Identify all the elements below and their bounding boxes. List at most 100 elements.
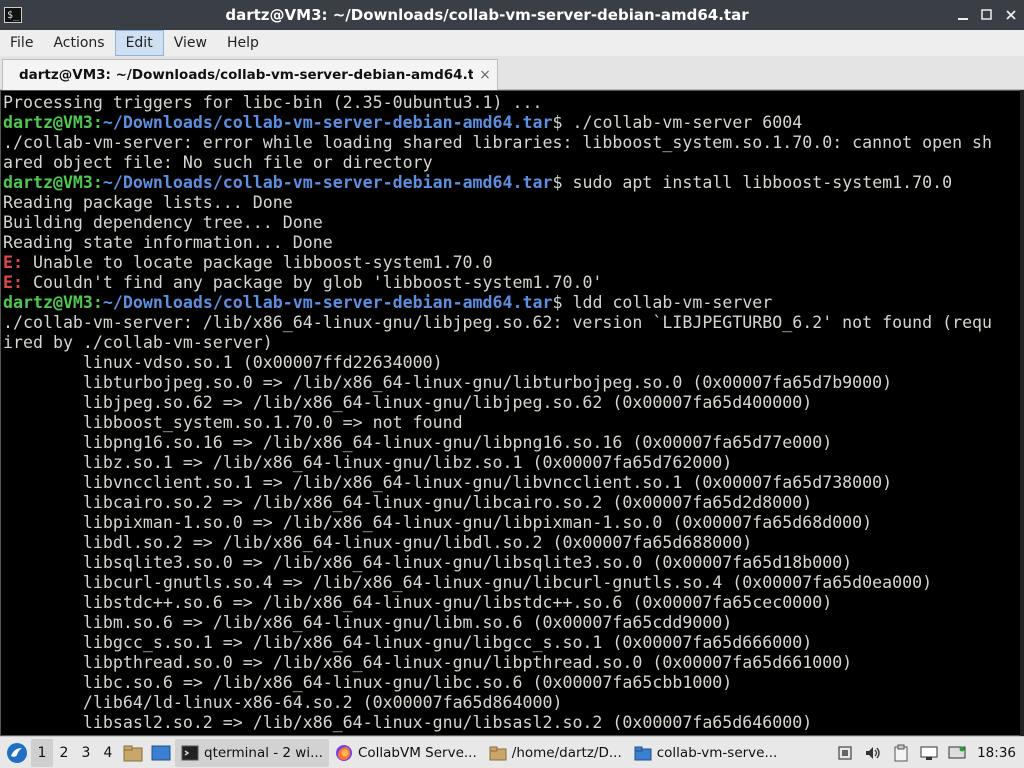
menu-help[interactable]: Help [217, 30, 269, 56]
terminal-line: libpixman-1.so.0 => /lib/x86_64-linux-gn… [3, 513, 873, 532]
clipboard-icon [894, 744, 908, 761]
terminal-line: ./collab-vm-server: /lib/x86_64-linux-gn… [3, 313, 993, 332]
terminal-prompt-line: dartz@VM3:~/Downloads/collab-vm-server-d… [3, 113, 992, 133]
task-file-manager-collab[interactable]: collab-vm-serve... [628, 739, 784, 767]
folder-icon [489, 746, 507, 760]
terminal-output: Processing triggers for libc-bin (2.35-0… [3, 93, 992, 733]
terminal-line: libsasl2.so.2 => /lib/x86_64-linux-gnu/l… [3, 713, 813, 732]
prompt-path: ~/Downloads/collab-vm-server-debian-amd6… [102, 113, 553, 132]
start-menu-button[interactable] [3, 739, 31, 767]
terminal-view[interactable]: Processing triggers for libc-bin (2.35-0… [0, 90, 1024, 736]
terminal-error-line: E: Unable to locate package libboost-sys… [3, 253, 992, 273]
window-title: dartz@VM3: ~/Downloads/collab-vm-server-… [225, 6, 749, 24]
terminal-line: libm.so.6 => /lib/x86_64-linux-gnu/libm.… [3, 613, 733, 632]
folder-icon [123, 745, 143, 761]
maximize-button[interactable] [976, 4, 998, 26]
terminal-tab[interactable]: dartz@VM3: ~/Downloads/collab-vm-server-… [2, 59, 498, 90]
tray-clipboard-button[interactable] [889, 741, 913, 765]
terminal-line: Reading state information... Done [3, 233, 333, 252]
system-tray: 18:36 [831, 741, 1024, 765]
terminal-line: linux-vdso.so.1 (0x00007ffd22634000) [3, 353, 443, 372]
menu-file[interactable]: File [0, 30, 43, 56]
maximize-icon [981, 9, 992, 20]
task-label: /home/dartz/D... [511, 744, 622, 761]
terminal-line: Building dependency tree... Done [3, 213, 323, 232]
terminal-line: libcurl-gnutls.so.4 => /lib/x86_64-linux… [3, 573, 933, 592]
terminal-line: Reading package lists... Done [3, 193, 293, 212]
tray-screen-button[interactable] [945, 741, 969, 765]
task-file-manager-home[interactable]: /home/dartz/D... [483, 739, 628, 767]
tab-label: dartz@VM3: ~/Downloads/collab-vm-server-… [19, 67, 473, 83]
show-desktop-button[interactable] [149, 741, 173, 765]
minimize-button[interactable] [952, 4, 974, 26]
terminal-prompt-line: dartz@VM3:~/Downloads/collab-vm-server-d… [3, 293, 992, 313]
menu-bar: File Actions Edit View Help [0, 30, 1024, 56]
terminal-line: libpng16.so.16 => /lib/x86_64-linux-gnu/… [3, 433, 833, 452]
lubuntu-logo-icon [7, 742, 27, 763]
terminal-line: libboost_system.so.1.70.0 => not found [3, 413, 463, 432]
error-prefix: E: [3, 273, 23, 292]
terminal-scrollbar[interactable] [1020, 90, 1024, 736]
terminal-line: libturbojpeg.so.0 => /lib/x86_64-linux-g… [3, 373, 893, 392]
terminal-line: libc.so.6 => /lib/x86_64-linux-gnu/libc.… [3, 673, 733, 692]
close-button[interactable] [1000, 4, 1022, 26]
menu-edit[interactable]: Edit [114, 30, 164, 56]
workspace-4[interactable]: 4 [97, 739, 119, 767]
workspace-3[interactable]: 3 [75, 739, 97, 767]
terminal-line: libgcc_s.so.1 => /lib/x86_64-linux-gnu/l… [3, 633, 813, 652]
tray-volume-button[interactable] [861, 741, 885, 765]
tab-close-icon[interactable]: × [473, 67, 497, 83]
terminal-line: libvncclient.so.1 => /lib/x86_64-linux-g… [3, 473, 893, 492]
terminal-line: /lib64/ld-linux-x86-64.so.2 (0x00007fa65… [3, 693, 563, 712]
file-manager-launcher[interactable] [121, 741, 145, 765]
error-prefix: E: [3, 253, 23, 272]
terminal-line: libstdc++.so.6 => /lib/x86_64-linux-gnu/… [3, 593, 833, 612]
menu-view[interactable]: View [164, 30, 217, 56]
prompt-user: dartz@VM3 [3, 293, 93, 312]
task-qterminal[interactable]: qterminal - 2 wi... [175, 738, 329, 767]
task-label: qterminal - 2 wi... [204, 744, 323, 761]
prompt-command: $ ./collab-vm-server 6004 [552, 113, 803, 132]
monitor-icon [948, 746, 966, 758]
display-icon [920, 746, 938, 760]
terminal-prompt-line: dartz@VM3:~/Downloads/collab-vm-server-d… [3, 173, 992, 193]
prompt-separator: : [92, 113, 103, 132]
prompt-path: ~/Downloads/collab-vm-server-debian-amd6… [102, 293, 553, 312]
terminal-line: ./collab-vm-server: error while loading … [3, 133, 993, 152]
terminal-line: libcairo.so.2 => /lib/x86_64-linux-gnu/l… [3, 493, 813, 512]
prompt-separator: : [92, 293, 103, 312]
tray-network-button[interactable] [833, 741, 857, 765]
terminal-line: ared object file: No such file or direct… [3, 153, 433, 172]
terminal-line: libjpeg.so.62 => /lib/x86_64-linux-gnu/l… [3, 393, 813, 412]
folder-icon [634, 746, 652, 760]
task-label: CollabVM Serve... [357, 744, 477, 761]
task-firefox[interactable]: CollabVM Serve... [329, 739, 483, 767]
terminal-line: libpthread.so.0 => /lib/x86_64-linux-gnu… [3, 653, 853, 672]
prompt-command: $ sudo apt install libboost-system1.70.0 [552, 173, 953, 192]
error-text: Unable to locate package libboost-system… [22, 253, 493, 272]
window-titlebar[interactable]: $_ dartz@VM3: ~/Downloads/collab-vm-serv… [0, 0, 1024, 30]
prompt-path: ~/Downloads/collab-vm-server-debian-amd6… [102, 173, 553, 192]
volume-icon [866, 746, 880, 759]
workspace-1[interactable]: 1 [31, 738, 53, 767]
menu-actions[interactable]: Actions [43, 30, 114, 56]
terminal-line: ired by ./collab-vm-server) [3, 333, 273, 352]
terminal-line: libsqlite3.so.0 => /lib/x86_64-linux-gnu… [3, 553, 853, 572]
prompt-separator: : [92, 173, 103, 192]
firefox-icon [335, 744, 352, 761]
prompt-user: dartz@VM3 [3, 113, 93, 132]
task-label: collab-vm-serve... [656, 744, 778, 761]
tray-display-button[interactable] [917, 741, 941, 765]
error-text: Couldn't find any package by glob 'libbo… [22, 273, 603, 292]
minimize-icon [958, 18, 968, 20]
close-icon [1006, 10, 1016, 20]
terminal-icon[interactable]: $_ [4, 7, 22, 23]
terminal-line: libz.so.1 => /lib/x86_64-linux-gnu/libz.… [3, 453, 733, 472]
clock[interactable]: 18:36 [971, 745, 1024, 761]
workspace-2[interactable]: 2 [53, 739, 75, 767]
terminal-line: libdl.so.2 => /lib/x86_64-linux-gnu/libd… [3, 533, 753, 552]
desktop-icon [151, 745, 171, 760]
taskbar: 1 2 3 4 qterminal - 2 wi... CollabVM Ser… [0, 736, 1024, 768]
tab-bar: dartz@VM3: ~/Downloads/collab-vm-server-… [0, 56, 1024, 90]
terminal-line: Processing triggers for libc-bin (2.35-0… [3, 93, 543, 112]
